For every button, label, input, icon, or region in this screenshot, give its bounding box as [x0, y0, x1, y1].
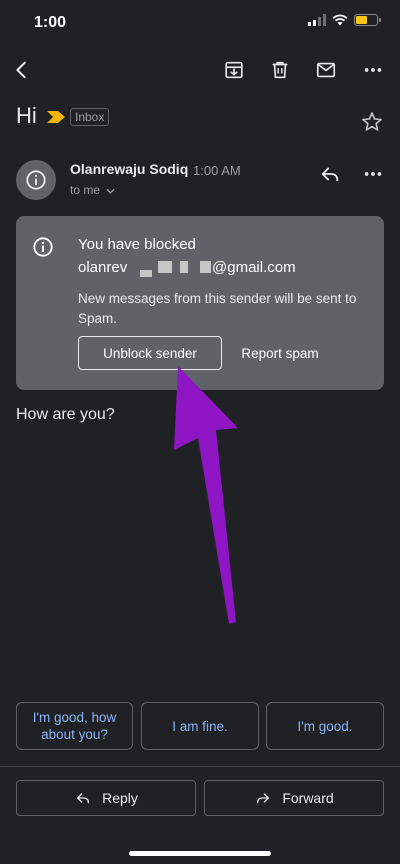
reply-label: Reply [102, 790, 138, 806]
forward-icon [257, 793, 270, 804]
smart-reply-chip[interactable]: I am fine. [141, 702, 259, 750]
divider [0, 766, 400, 767]
smart-reply-chip[interactable]: I'm good, how about you? [16, 702, 133, 750]
reply-icon [77, 793, 90, 804]
reply-button[interactable]: Reply [16, 780, 196, 816]
smart-reply-chip[interactable]: I'm good. [266, 702, 384, 750]
forward-button[interactable]: Forward [204, 780, 384, 816]
home-indicator[interactable] [129, 851, 271, 856]
forward-label: Forward [282, 790, 334, 806]
